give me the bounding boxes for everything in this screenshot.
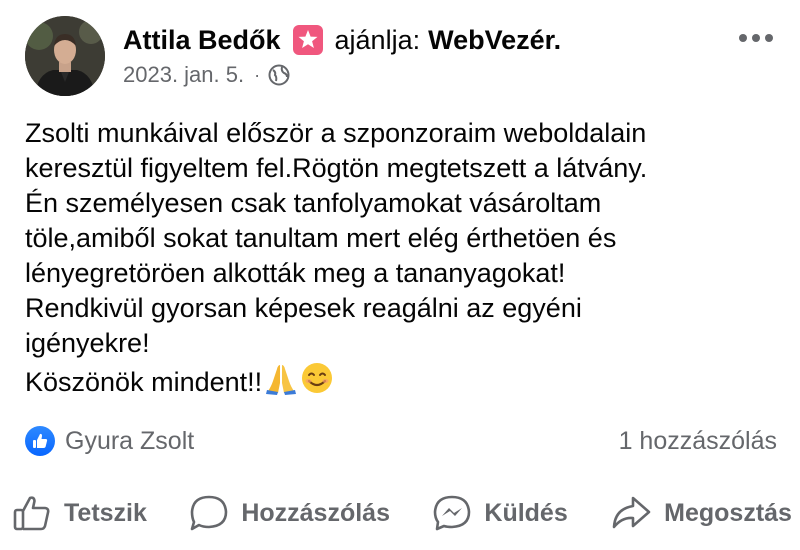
send-button[interactable]: Küldés <box>432 494 568 532</box>
comment-count[interactable]: 1 hozzászólás <box>619 427 777 456</box>
like-button[interactable]: Tetszik <box>12 494 147 532</box>
post-text-line: töle,amiből sokat tanultam mert elég ért… <box>25 223 617 253</box>
send-label: Küldés <box>484 498 568 527</box>
post-text-line: Rendkivül gyorsan képesek reagálni az eg… <box>25 293 582 323</box>
reactions-summary: Gyura Zsolt 1 hozzászólás <box>25 426 777 456</box>
post-text-line: Én személyesen csak tanfolyamokat vásáro… <box>25 188 602 218</box>
folded-hands-emoji <box>264 361 298 404</box>
comment-button[interactable]: Hozzászólás <box>189 494 390 532</box>
globe-icon <box>268 64 290 86</box>
more-dots-icon <box>739 34 773 42</box>
messenger-icon <box>434 495 471 531</box>
smiling-face-emoji <box>300 361 334 404</box>
post-meta: 2023. jan. 5. · <box>123 62 290 88</box>
more-options-button[interactable] <box>736 26 776 50</box>
reactor-name: Gyura Zsolt <box>65 426 195 455</box>
recommend-text: ajánlja: <box>334 25 421 55</box>
post-text-line: Zsolti munkáival először a szponzoraim w… <box>25 118 647 148</box>
like-label: Tetszik <box>64 498 147 527</box>
recommended-page-link[interactable]: WebVezér. <box>428 22 561 58</box>
comment-bubble-icon <box>191 495 228 531</box>
post-text-last-line: Köszönök mindent!! <box>25 361 785 404</box>
author-avatar[interactable] <box>25 16 105 96</box>
post-text: Zsolti munkáival először a szponzoraim w… <box>25 116 785 404</box>
post-action-bar: Tetszik Hozzászólás Küldés Megosztás <box>12 494 792 532</box>
star-badge-icon <box>292 25 323 55</box>
share-button[interactable]: Megosztás <box>610 494 792 532</box>
share-arrow-icon <box>612 496 651 529</box>
like-reaction-icon <box>25 426 55 456</box>
comment-label: Hozzászólás <box>241 498 390 527</box>
post-text-line: keresztül figyeltem fel.Rögtön megtetsze… <box>25 153 648 183</box>
post-date[interactable]: 2023. jan. 5. <box>123 62 244 88</box>
author-name[interactable]: Attila Bedők <box>123 22 281 58</box>
meta-separator: · <box>254 64 261 85</box>
post-text-line: igényekre! <box>25 328 150 358</box>
post-text-line: lényegretöröen alkották meg a tananyagok… <box>25 258 566 288</box>
post-header: Attila Bedők ajánlja: WebVezér. <box>123 22 561 58</box>
post-text-line: Köszönök mindent!! <box>25 367 263 397</box>
thumbs-up-icon <box>13 496 50 531</box>
reaction-list[interactable]: Gyura Zsolt <box>25 426 194 456</box>
share-label: Megosztás <box>664 498 792 527</box>
